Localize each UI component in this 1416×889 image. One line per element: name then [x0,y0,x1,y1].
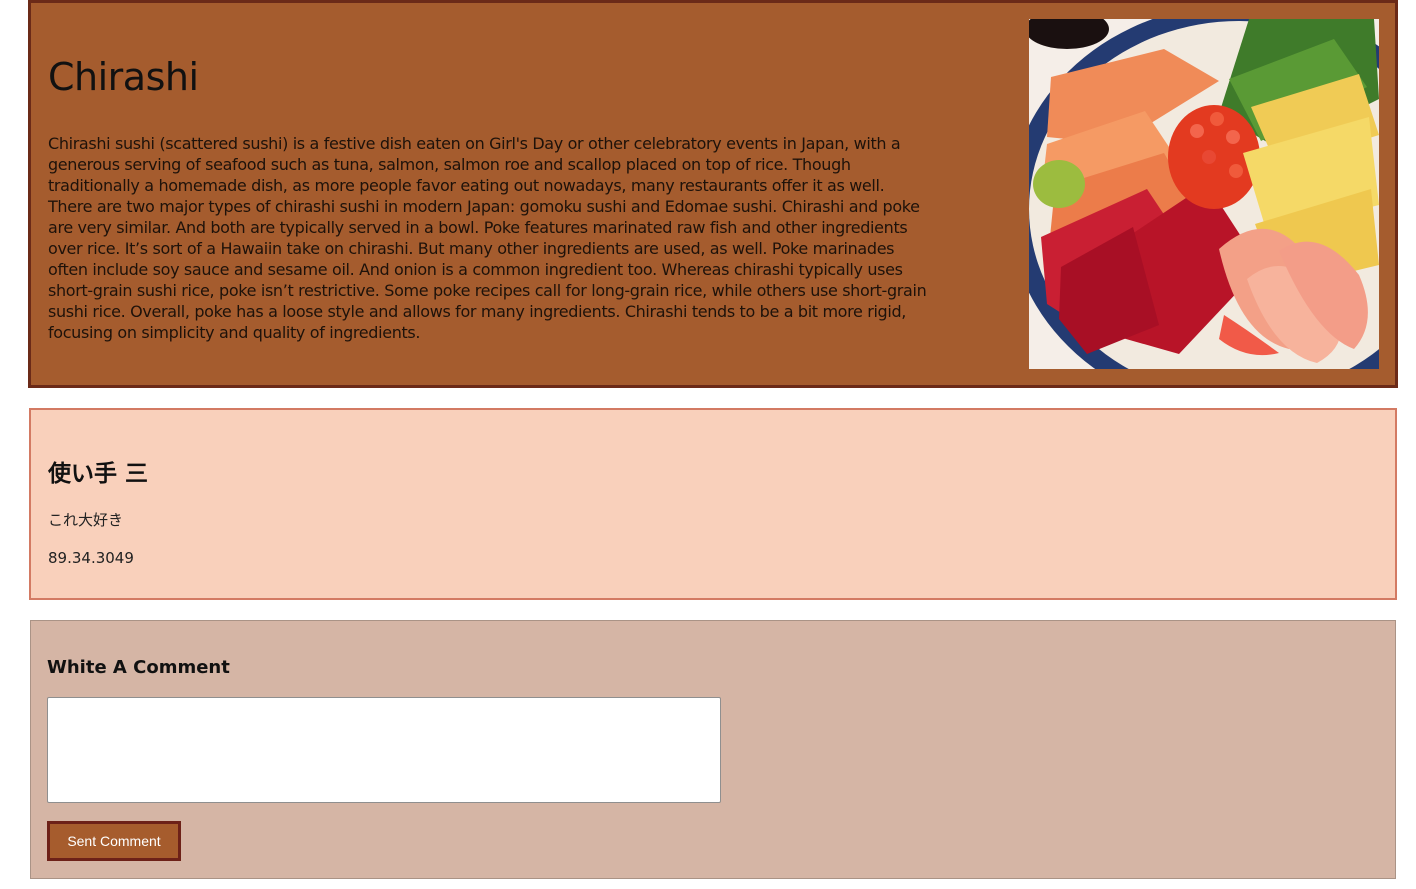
review-text: これ大好き [48,511,124,529]
comment-form: White A Comment Sent Comment [30,620,1396,879]
chirashi-photo [1029,19,1379,369]
send-comment-button[interactable]: Sent Comment [47,821,181,861]
dish-hero-card: Chirashi Chirashi sushi (scattered sushi… [28,0,1398,388]
review-card: 使い手 三 これ大好き 89.34.3049 [29,408,1397,600]
dish-title: Chirashi [48,55,199,99]
dish-description: Chirashi sushi (scattered sushi) is a fe… [48,134,927,342]
comment-textarea[interactable] [47,697,721,803]
review-author: 使い手 三 [48,461,149,487]
review-number: 89.34.3049 [48,549,134,567]
comment-form-heading: White A Comment [47,657,230,678]
